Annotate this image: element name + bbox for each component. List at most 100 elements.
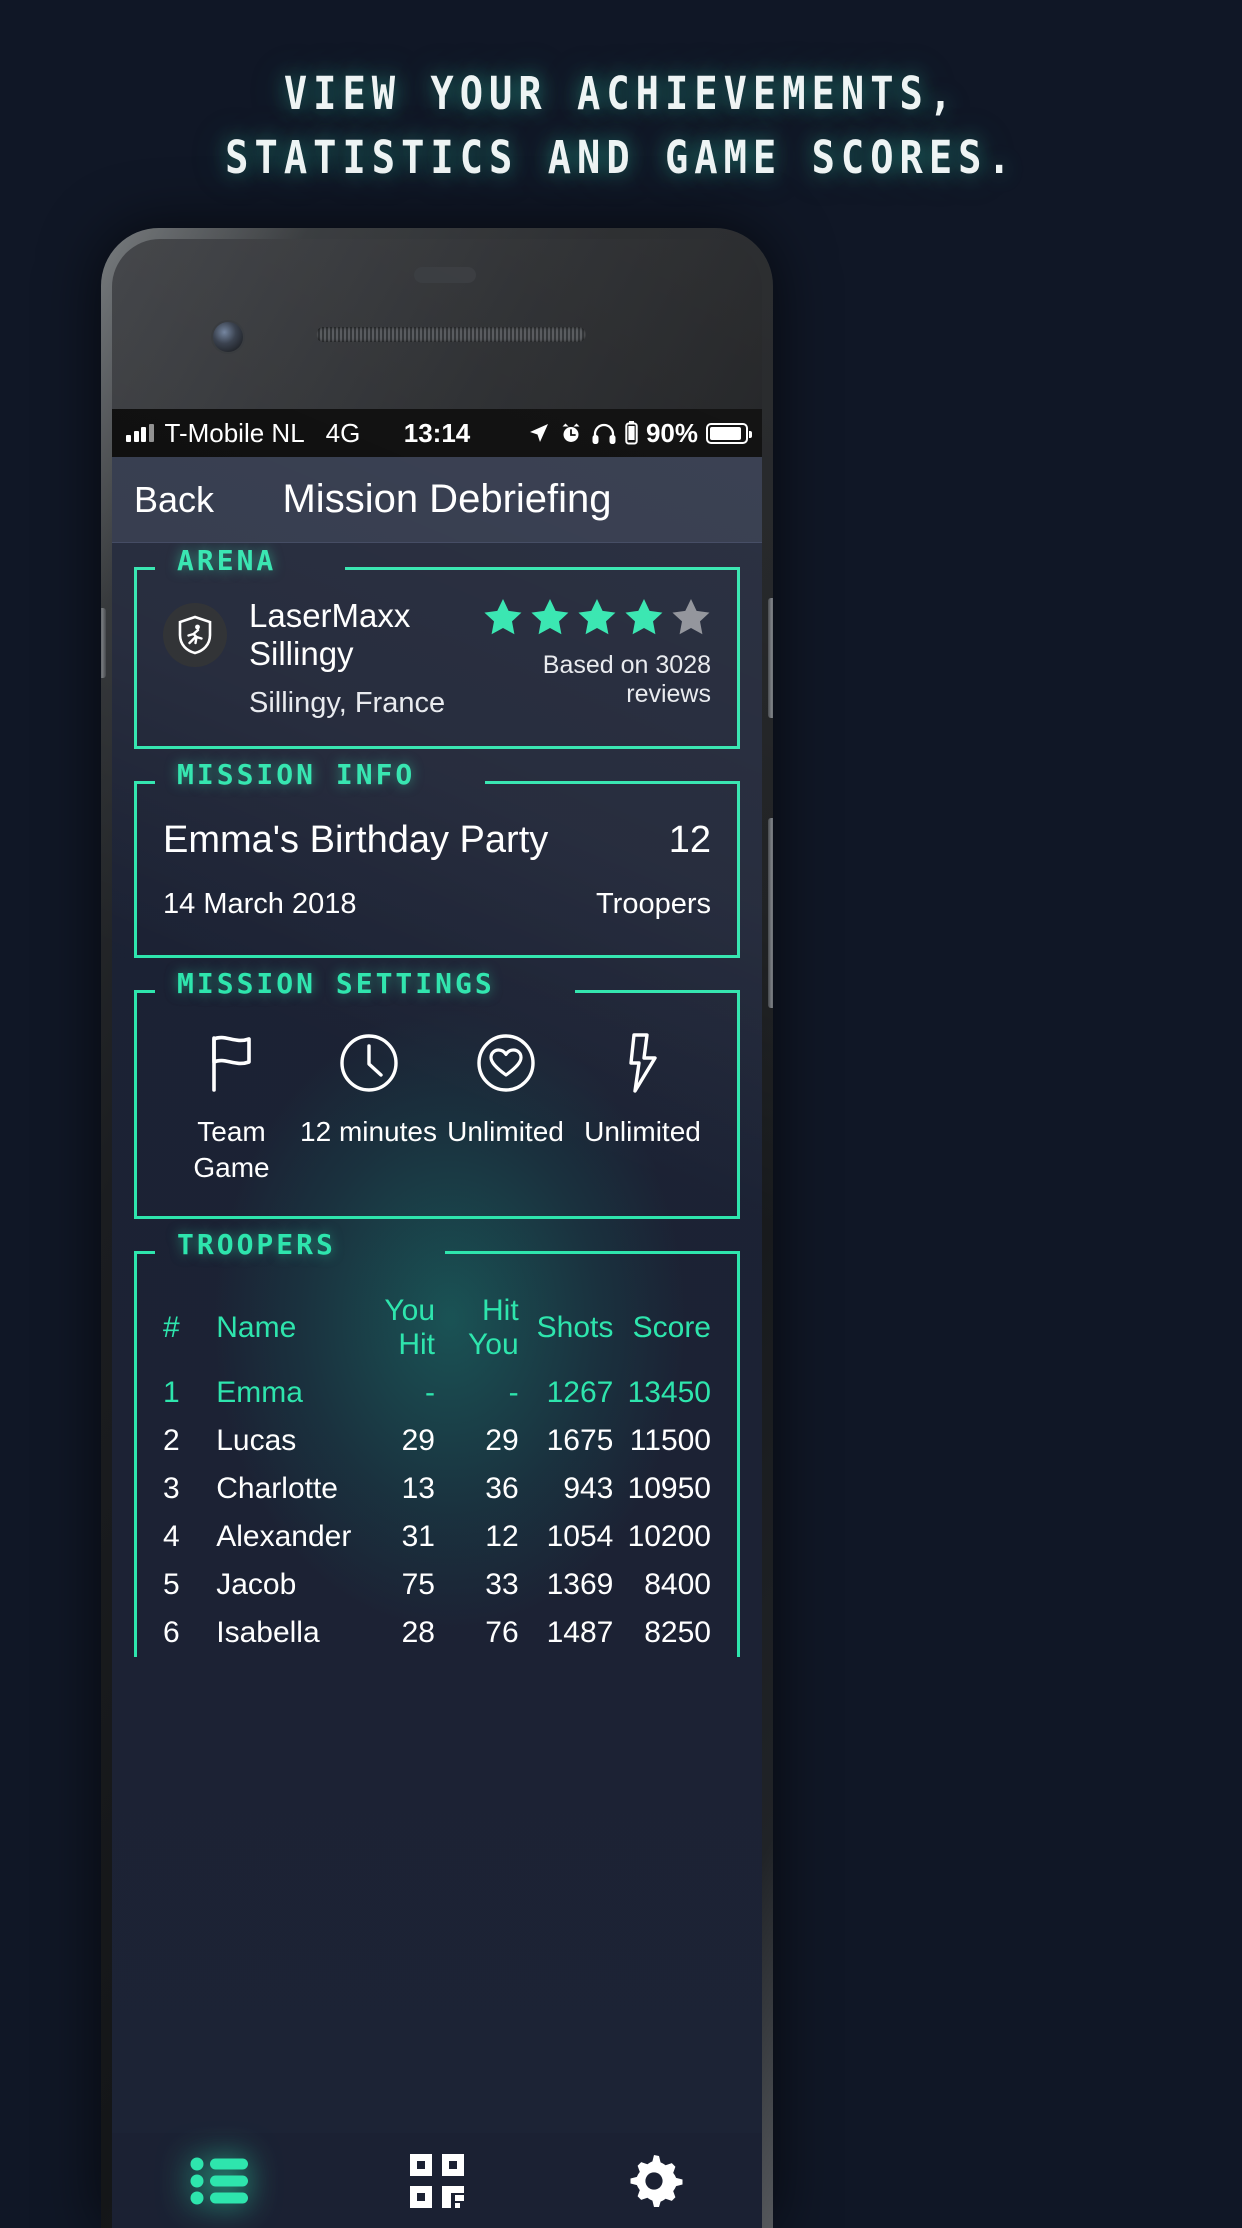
- clock-icon: [300, 1030, 437, 1096]
- scroll-content[interactable]: ARENA LaserMaxx Sillingy Sillingy, Franc…: [112, 543, 762, 2228]
- device-battery-icon: [625, 421, 638, 445]
- cell-name: Charlotte: [216, 1472, 338, 1505]
- cell-hit-you: 12: [485, 1520, 519, 1553]
- phone-screen: T-Mobile NL 4G 13:14 90% Back Mission De…: [112, 409, 762, 2228]
- table-row[interactable]: 3 Charlotte 13 36 943 10950: [163, 1465, 711, 1513]
- heart-icon: [437, 1030, 574, 1096]
- status-bar: T-Mobile NL 4G 13:14 90%: [112, 409, 762, 457]
- cell-shots: 1675: [546, 1424, 614, 1457]
- column-name: Name: [216, 1311, 297, 1344]
- troopers-section: TROOPERS # Name You Hit Hit You Shots Sc…: [134, 1228, 740, 1657]
- table-row[interactable]: 1 Emma - -1267 13450: [163, 1369, 711, 1417]
- setting-game-type-line1: Team: [197, 1116, 266, 1147]
- phone-side-button-left: [101, 608, 106, 678]
- table-row[interactable]: 4 Alexander 31 12 1054 10200: [163, 1513, 711, 1561]
- arena-name: LaserMaxx Sillingy: [249, 597, 411, 672]
- phone-volume-button: [768, 598, 773, 718]
- setting-ammo-label: Unlimited: [584, 1116, 701, 1147]
- phone-body: T-Mobile NL 4G 13:14 90% Back Mission De…: [112, 239, 762, 2228]
- setting-duration: 12 minutes: [300, 1030, 437, 1186]
- setting-game-type: Team Game: [163, 1030, 300, 1186]
- column-rank: #: [163, 1311, 180, 1344]
- cell-hit-you: 33: [485, 1568, 519, 1601]
- qr-code-icon: [410, 2154, 464, 2208]
- table-row[interactable]: 6 Isabella 28 76 1487 8250: [163, 1609, 711, 1657]
- cell-name: Isabella: [216, 1616, 320, 1649]
- setting-game-type-line2: Game: [193, 1152, 270, 1183]
- flag-icon: [163, 1030, 300, 1096]
- troopers-panel[interactable]: TROOPERS # Name You Hit Hit You Shots Sc…: [134, 1228, 740, 1657]
- trooper-count: 12: [668, 819, 711, 861]
- table-header-row: # Name You Hit Hit You Shots Score: [163, 1287, 711, 1369]
- cell-score: 8250: [644, 1616, 711, 1649]
- battery-percent-label: 90%: [645, 417, 698, 448]
- cell-you-hit: 13: [401, 1472, 435, 1505]
- trooper-count-label: Troopers: [596, 888, 711, 920]
- cell-score: 8400: [644, 1568, 711, 1601]
- phone-power-button: [768, 818, 773, 1008]
- mission-title: Emma's Birthday Party: [163, 819, 549, 861]
- troopers-legend: TROOPERS: [177, 1228, 336, 1261]
- cell-shots: 1487: [546, 1616, 614, 1649]
- cell-you-hit: -: [425, 1376, 435, 1409]
- column-you-hit: You Hit: [384, 1294, 435, 1361]
- setting-duration-label: 12 minutes: [300, 1116, 437, 1147]
- star-empty-icon: [672, 599, 710, 635]
- cell-name: Jacob: [216, 1568, 297, 1601]
- cell-name: Lucas: [216, 1424, 297, 1457]
- cell-you-hit: 28: [401, 1616, 435, 1649]
- star-filled-icon: [484, 599, 522, 635]
- star-filled-icon: [531, 599, 569, 635]
- tab-bar: [112, 2133, 762, 2228]
- tab-list[interactable]: [112, 2155, 329, 2207]
- cell-score: 11500: [629, 1424, 711, 1457]
- cell-rank: 5: [163, 1568, 180, 1601]
- star-filled-icon: [578, 599, 616, 635]
- column-hit-you: Hit You: [468, 1294, 519, 1361]
- reviews-count: Based on 3028 reviews: [542, 651, 711, 708]
- mission-info-section: MISSION INFO Emma's Birthday Party 12 14…: [134, 758, 740, 958]
- star-filled-icon: [625, 599, 663, 635]
- cell-name: Emma: [216, 1376, 303, 1409]
- location-arrow-icon: [529, 424, 548, 442]
- earpiece-slot: [414, 267, 476, 283]
- column-shots: Shots: [536, 1311, 614, 1344]
- rating-stars: [483, 597, 711, 637]
- tab-qr-code[interactable]: [329, 2152, 546, 2210]
- cell-score: 10950: [627, 1472, 711, 1505]
- headphones-icon: [592, 423, 616, 444]
- cell-hit-you: 36: [485, 1472, 519, 1505]
- gear-icon: [630, 2155, 683, 2207]
- tab-settings[interactable]: [545, 2152, 762, 2210]
- cell-hit-you: 76: [485, 1616, 519, 1649]
- cell-rank: 1: [163, 1376, 180, 1409]
- back-button[interactable]: Back: [134, 479, 214, 521]
- setting-lives: Unlimited: [437, 1030, 574, 1186]
- cell-shots: 943: [563, 1472, 614, 1505]
- mission-date: 14 March 2018: [163, 888, 357, 920]
- cell-rank: 4: [163, 1520, 180, 1553]
- front-camera-icon: [213, 322, 243, 352]
- cell-shots: 1054: [546, 1520, 614, 1553]
- mission-settings-panel: MISSION SETTINGS Team Game 12 minutes Un…: [134, 967, 740, 1219]
- setting-ammo: Unlimited: [574, 1030, 711, 1186]
- promo-headline: VIEW YOUR ACHIEVEMENTS, STATISTICS AND G…: [87, 62, 1155, 190]
- list-icon: [190, 2157, 249, 2205]
- setting-lives-label: Unlimited: [447, 1116, 564, 1147]
- promo-line-1: VIEW YOUR ACHIEVEMENTS,: [283, 67, 959, 120]
- cell-rank: 6: [163, 1616, 180, 1649]
- arena-shield-runner-icon: [163, 603, 227, 667]
- table-row[interactable]: 5 Jacob 75 33 1369 8400: [163, 1561, 711, 1609]
- column-score: Score: [632, 1311, 711, 1344]
- troopers-table: # Name You Hit Hit You Shots Score 1 Emma…: [163, 1287, 711, 1657]
- cell-shots: 1369: [546, 1568, 614, 1601]
- arena-panel[interactable]: ARENA LaserMaxx Sillingy Sillingy, Franc…: [134, 544, 740, 749]
- phone-mockup: T-Mobile NL 4G 13:14 90% Back Mission De…: [101, 228, 773, 2228]
- lightning-icon: [574, 1030, 711, 1096]
- cell-hit-you: -: [508, 1376, 519, 1409]
- table-row[interactable]: 2 Lucas 29 29 1675 11500: [163, 1417, 711, 1465]
- cell-rank: 3: [163, 1472, 180, 1505]
- cell-name: Alexander: [216, 1520, 352, 1553]
- cell-rank: 2: [163, 1424, 180, 1457]
- mission-settings-section: MISSION SETTINGS Team Game 12 minutes Un…: [134, 967, 740, 1219]
